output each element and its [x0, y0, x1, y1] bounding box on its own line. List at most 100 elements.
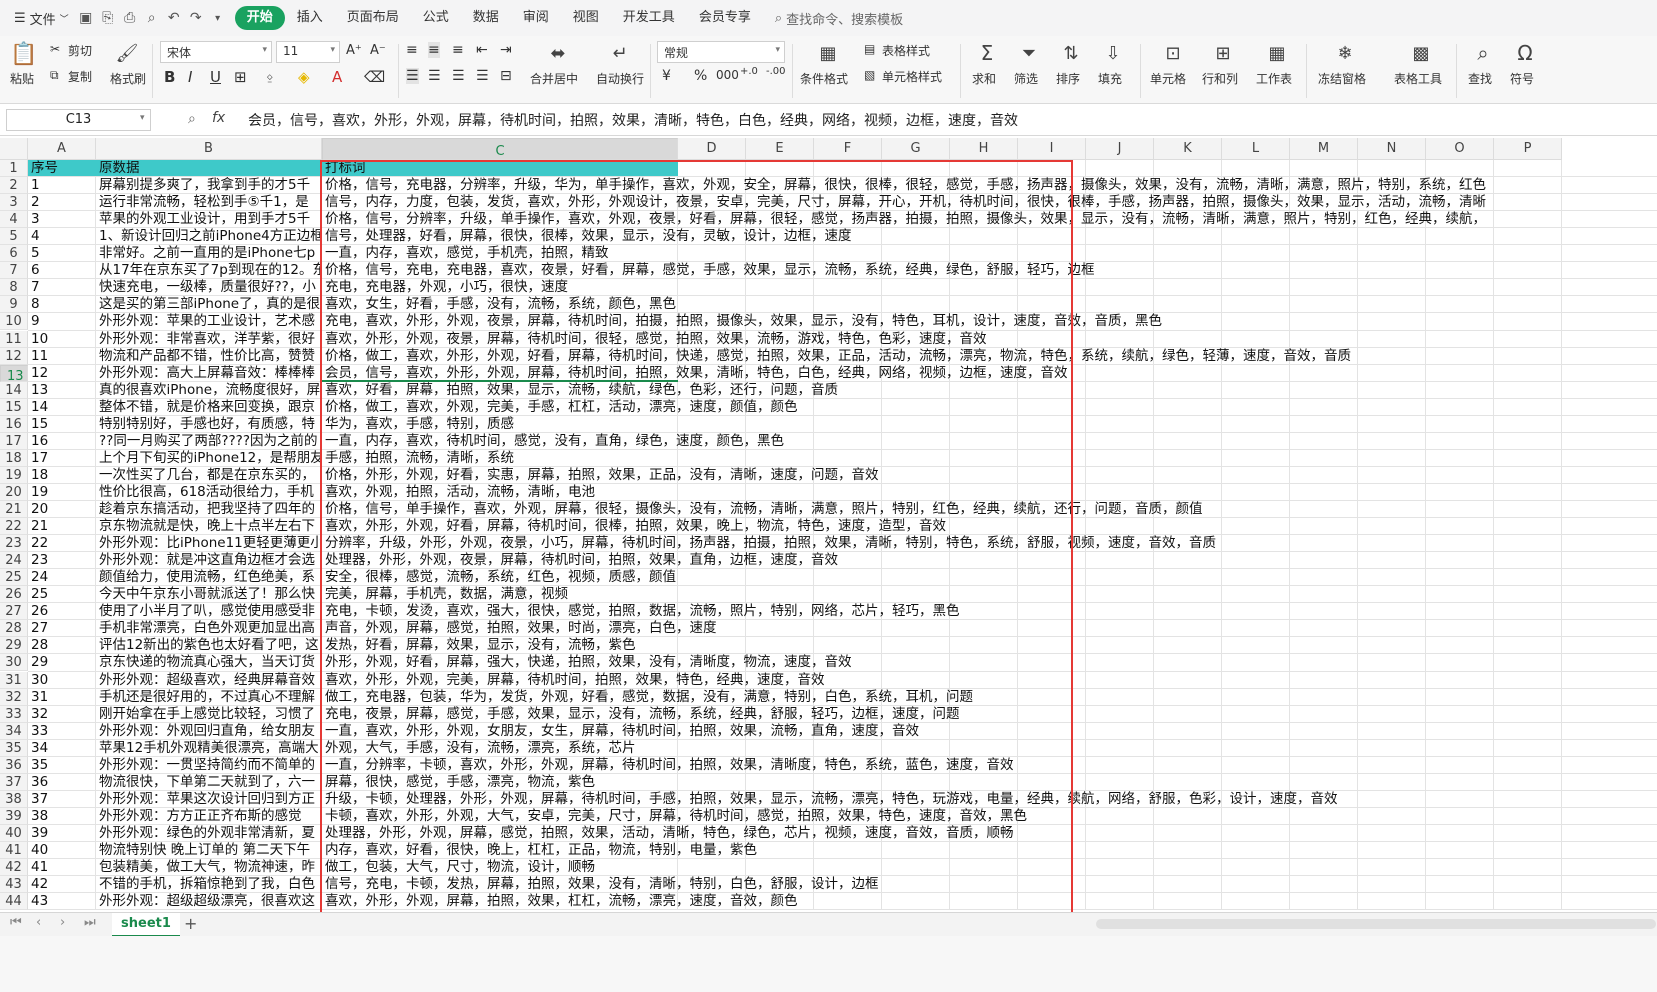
- font-family-select[interactable]: 宋体 ▾: [160, 41, 272, 63]
- column-header-i[interactable]: I: [1018, 138, 1086, 160]
- row-header[interactable]: 20: [0, 483, 28, 501]
- sum-button[interactable]: 求和: [972, 70, 996, 87]
- cell-raw-data[interactable]: ??同一月购买了两部????因为之前的: [96, 433, 322, 449]
- cell-index[interactable]: 4: [28, 228, 96, 244]
- cell-raw-data[interactable]: 屏幕别提多爽了，我拿到手的才5千: [96, 177, 322, 193]
- cell-index[interactable]: 35: [28, 757, 96, 773]
- cell-raw-data[interactable]: 整体不错，就是价格来回变换，跟京: [96, 399, 322, 415]
- currency-icon[interactable]: ¥: [662, 68, 671, 84]
- cell-index[interactable]: 37: [28, 791, 96, 807]
- cell-tag-words[interactable]: 升级，卡顿，处理器，外形，外观，屏幕，待机时间，手感，拍照，效果，显示，流畅，漂…: [322, 791, 1657, 807]
- align-right-icon[interactable]: ☰: [452, 68, 465, 84]
- cell-style-button[interactable]: 单元格样式: [882, 68, 942, 85]
- row-header[interactable]: 17: [0, 432, 28, 450]
- row-header[interactable]: 3: [0, 194, 28, 212]
- cell-raw-data[interactable]: 颜值给力，使用流畅，红色绝美，系: [96, 569, 322, 585]
- cell-tag-words[interactable]: 价格，信号，单手操作，喜欢，外观，屏幕，很轻，摄像头，没有，流畅，清晰，满意，照…: [322, 501, 1657, 517]
- cell-index[interactable]: 40: [28, 842, 96, 858]
- cell-raw-data[interactable]: 京东物流就是快，晚上十点半左右下: [96, 518, 322, 534]
- command-search[interactable]: ⌕ 查找命令、搜索模板: [775, 9, 903, 28]
- cell-index[interactable]: 2: [28, 194, 96, 210]
- percent-icon[interactable]: %: [694, 68, 707, 84]
- cell-tag-words[interactable]: 信号，充电，卡顿，发热，屏幕，拍照，效果，没有，清晰，特别，白色，舒服，设计，边…: [322, 876, 1657, 892]
- cell-index[interactable]: 33: [28, 723, 96, 739]
- row-header[interactable]: 14: [0, 381, 28, 399]
- copy-button[interactable]: 复制: [68, 68, 92, 85]
- cell-raw-data[interactable]: 从17年在京东买了7p到现在的12。东: [96, 262, 322, 278]
- export-icon[interactable]: ⎘: [97, 7, 119, 29]
- cell-raw-data[interactable]: 特别特别好，手感也好，有质感，特: [96, 416, 322, 432]
- cell-index[interactable]: 17: [28, 450, 96, 466]
- cell-raw-data[interactable]: 性价比很高，618活动很给力，手机: [96, 484, 322, 500]
- cell-tag-words[interactable]: 喜欢，好看，屏幕，拍照，效果，显示，流畅，续航，绿色，色彩，还行，问题，音质: [322, 382, 1657, 398]
- cell-tag-words[interactable]: 会员，信号，喜欢，外形，外观，屏幕，待机时间，拍照，效果，清晰，特色，白色，经典…: [322, 365, 1657, 381]
- column-header-m[interactable]: M: [1290, 138, 1358, 160]
- cell-tag-words[interactable]: 充电，卡顿，发烫，喜欢，强大，很快，感觉，拍照，数据，流畅，照片，特别，网络，芯…: [322, 603, 1657, 619]
- filter-button[interactable]: 筛选: [1014, 70, 1038, 87]
- cell-raw-data[interactable]: 趁着京东搞活动，把我坚持了四年的: [96, 501, 322, 517]
- cell-raw-data[interactable]: 1、新设计回归之前iPhone4方正边框: [96, 228, 322, 244]
- tab-data[interactable]: 数据: [461, 6, 511, 30]
- tab-review[interactable]: 审阅: [511, 6, 561, 30]
- row-header[interactable]: 35: [0, 739, 28, 757]
- row-header[interactable]: 16: [0, 415, 28, 433]
- table-tools-button[interactable]: 表格工具: [1394, 70, 1442, 87]
- cell-tag-words[interactable]: 处理器，外形，外观，屏幕，感觉，拍照，效果，活动，清晰，特色，绿色，芯片，视频，…: [322, 825, 1657, 841]
- cell-tag-words[interactable]: 价格，信号，充电，充电器，喜欢，夜景，好看，屏幕，感觉，手感，效果，显示，流畅，…: [322, 262, 1657, 278]
- cell-raw-data[interactable]: 物流很快，下单第二天就到了，六一: [96, 774, 322, 790]
- freeze-panes-icon[interactable]: ❄: [1332, 40, 1358, 66]
- row-header[interactable]: 34: [0, 722, 28, 740]
- font-size-select[interactable]: 11 ▾: [276, 41, 340, 63]
- sum-icon[interactable]: Σ: [974, 40, 1000, 66]
- row-header[interactable]: 42: [0, 859, 28, 877]
- cell-index[interactable]: 7: [28, 279, 96, 295]
- italic-icon[interactable]: I: [188, 68, 192, 86]
- tab-insert[interactable]: 插入: [285, 6, 335, 30]
- merge-center-icon[interactable]: ⬌: [544, 40, 572, 66]
- cell-raw-data[interactable]: 上个月下旬买的iPhone12，是帮朋友: [96, 450, 322, 466]
- number-format-select[interactable]: 常规 ▾: [657, 41, 785, 63]
- zoom-icon[interactable]: ⌕: [188, 111, 196, 127]
- cell-raw-data[interactable]: 外形外观：苹果的工业设计，艺术感: [96, 313, 322, 329]
- cell-raw-data[interactable]: 今天中午京东小哥就派送了！那么快: [96, 586, 322, 602]
- font-color-icon[interactable]: A: [332, 68, 342, 86]
- row-header[interactable]: 44: [0, 893, 28, 911]
- cell-tag-words[interactable]: 内存，喜欢，好看，很快，晚上，杠杠，正品，物流，特别，电量，紫色: [322, 842, 1657, 858]
- cell-index[interactable]: 11: [28, 348, 96, 364]
- row-header[interactable]: 37: [0, 773, 28, 791]
- column-header-b[interactable]: B: [96, 138, 322, 160]
- table-tools-icon[interactable]: ▩: [1408, 40, 1434, 66]
- align-left-icon[interactable]: ☰: [406, 68, 419, 84]
- row-header[interactable]: 5: [0, 228, 28, 246]
- align-center-icon[interactable]: ☰: [428, 68, 441, 84]
- cell-index[interactable]: 41: [28, 859, 96, 875]
- cell-index[interactable]: 43: [28, 893, 96, 909]
- row-header[interactable]: 18: [0, 449, 28, 467]
- symbol-button[interactable]: 符号: [1510, 70, 1534, 87]
- column-header-l[interactable]: L: [1222, 138, 1290, 160]
- cell-raw-data[interactable]: 外形外观：绿色的外观非常清新，夏: [96, 825, 322, 841]
- increase-decimal-icon[interactable]: +.0: [740, 66, 758, 77]
- column-header-g[interactable]: G: [882, 138, 950, 160]
- preview-icon[interactable]: ⌕: [141, 7, 163, 29]
- cell-index[interactable]: 6: [28, 262, 96, 278]
- cell-raw-data[interactable]: 苹果的外观工业设计，用到手才5千: [96, 211, 322, 227]
- cell-tag-words[interactable]: 一直，喜欢，外形，外观，女朋友，女生，屏幕，待机时间，拍照，效果，流畅，直角，速…: [322, 723, 1657, 739]
- strikethrough-icon[interactable]: ⍚: [266, 68, 274, 84]
- cell-tag-words[interactable]: 发热，好看，屏幕，效果，显示，没有，流畅，紫色: [322, 637, 1657, 653]
- formula-input[interactable]: 会员，信号，喜欢，外形，外观，屏幕，待机时间，拍照，效果，清晰，特色，白色，经典…: [248, 110, 1018, 130]
- decrease-decimal-icon[interactable]: -.00: [766, 66, 786, 77]
- header-cell-b[interactable]: 原数据: [96, 160, 322, 177]
- cell-index[interactable]: 16: [28, 433, 96, 449]
- row-header[interactable]: 38: [0, 790, 28, 808]
- filter-icon[interactable]: ⏷: [1016, 40, 1042, 66]
- cell-index[interactable]: 31: [28, 689, 96, 705]
- column-header-a[interactable]: A: [28, 138, 96, 160]
- row-header[interactable]: 26: [0, 586, 28, 604]
- cell-raw-data[interactable]: 京东快递的物流真心强大，当天订货: [96, 654, 322, 670]
- worksheet-button[interactable]: 工作表: [1256, 70, 1292, 87]
- save-icon[interactable]: ▣: [75, 7, 97, 29]
- cell-tag-words[interactable]: 价格，信号，分辨率，升级，单手操作，喜欢，外观，夜景，好看，屏幕，很轻，感觉，扬…: [322, 211, 1657, 227]
- cell-tag-words[interactable]: 声音，外观，屏幕，感觉，拍照，效果，时尚，漂亮，白色，速度: [322, 620, 1657, 636]
- sort-icon[interactable]: ⇅: [1058, 40, 1084, 66]
